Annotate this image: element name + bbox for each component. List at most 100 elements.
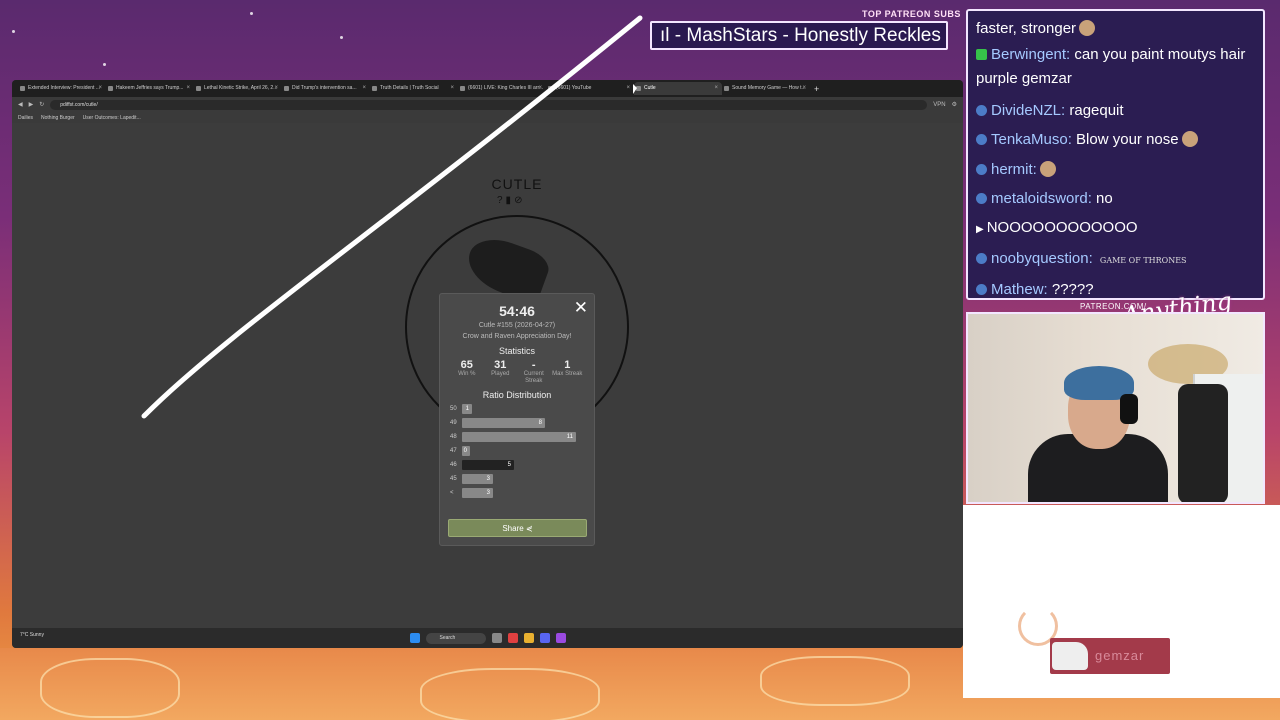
countdown-timer: 54:46: [499, 303, 535, 319]
distribution-bar: 3: [462, 474, 493, 484]
bookmark-item[interactable]: Nothing Burger: [41, 115, 75, 121]
chat-text: [1093, 250, 1097, 267]
tab-close-icon[interactable]: ×: [802, 82, 806, 95]
star-decoration: [103, 63, 106, 66]
tab-label: Truth Details | Truth Social: [380, 85, 439, 91]
chat-username[interactable]: DivideNZL:: [991, 102, 1065, 119]
url-input[interactable]: pdiffst.com/cutle/: [50, 99, 928, 110]
avatar: [1052, 642, 1088, 670]
bookmark-item[interactable]: Dailies: [18, 115, 33, 121]
stat-item: 1 Max Streak: [551, 359, 583, 385]
distribution-bar: 11: [462, 432, 576, 442]
emote-icon: [1181, 131, 1198, 148]
weather-widget[interactable]: 7°C Sunny: [20, 632, 44, 638]
tab-close-icon[interactable]: ×: [626, 82, 630, 95]
subscriber-badge-icon: [976, 49, 987, 61]
obs-icon[interactable]: [555, 633, 566, 643]
taskbar-search[interactable]: Search: [425, 632, 486, 644]
stat-label: Played: [491, 371, 510, 377]
chat-text: ?????: [1047, 281, 1094, 299]
chat-username[interactable]: noobyquestion:: [991, 250, 1093, 267]
distribution-label: 47: [450, 448, 457, 454]
arrow-badge-icon: ▶: [976, 224, 984, 236]
bookmarks-bar: Dailies Nothing Burger User Outcomes: Lape…: [12, 112, 963, 123]
new-tab-icon[interactable]: +: [814, 84, 819, 94]
tab-label: Lethal Kinetic Strike, April 26, 2...: [204, 85, 278, 91]
extensions-icon[interactable]: ⚙: [952, 101, 957, 108]
page-viewport: CUTLE ?▮⊘ ✕ 54:46 Cutle #155 (2026-04-27…: [12, 123, 963, 628]
close-icon[interactable]: ✕: [574, 298, 588, 318]
distribution-row: 46 5: [450, 458, 586, 472]
distribution-label: 49: [450, 420, 457, 426]
distribution-label: <: [450, 490, 454, 496]
tab-close-icon[interactable]: ×: [362, 82, 366, 95]
distribution-label: 46: [450, 462, 457, 468]
browser-tab[interactable]: (6601) LIVE: King Charles III arr... ×: [458, 82, 546, 95]
distribution-row: 50 1: [450, 402, 586, 416]
browser-tab[interactable]: Hakeem Jeffries says Trump... ×: [106, 82, 194, 95]
bookmark-item[interactable]: User Outcomes: Lapedit...: [83, 115, 141, 121]
chat-username[interactable]: TenkaMuso:: [991, 131, 1072, 148]
chat-badge-icon: [976, 134, 987, 146]
chat-message: DivideNZL: ragequit: [976, 96, 1255, 125]
chat-username[interactable]: hermit:: [991, 161, 1037, 178]
browser-window: Extended Interview: President ... × Hakeem…: [12, 80, 963, 648]
chat-badge-icon: [976, 253, 987, 265]
chat-username[interactable]: metaloidsword:: [991, 190, 1092, 207]
stat-label: Current Streak: [523, 371, 544, 384]
chat-text: no: [1091, 189, 1113, 207]
forward-icon[interactable]: ▶: [29, 101, 34, 108]
ratio-distribution: 50 1 49 8 48 11 47 0 46 5 45 3 <3: [440, 402, 594, 500]
puzzle-number: Cutle #155 (2026-04-27): [478, 322, 556, 329]
emote-icon: [1079, 20, 1096, 36]
back-icon[interactable]: ◀: [18, 101, 23, 108]
browser-tab[interactable]: Truth Details | Truth Social ×: [370, 82, 458, 95]
chat-message: faster, stronger: [976, 14, 1255, 43]
tab-close-icon[interactable]: ×: [98, 82, 102, 95]
gaming-chair: [1178, 384, 1228, 502]
tab-close-icon[interactable]: ×: [538, 82, 542, 95]
distribution-bar: 3: [462, 488, 493, 498]
share-button[interactable]: Share ⋞: [448, 519, 587, 537]
folder-icon[interactable]: [523, 633, 534, 643]
distribution-bar: 8: [462, 418, 545, 428]
task-view-icon[interactable]: [491, 633, 502, 643]
chat-username[interactable]: Berwingent:: [991, 46, 1070, 63]
browser-tab[interactable]: Extended Interview: President ... ×: [18, 82, 106, 95]
tab-close-icon[interactable]: ×: [714, 82, 718, 95]
distribution-label: 50: [450, 406, 457, 412]
browser-tab[interactable]: (6601) YouTube ×: [546, 82, 634, 95]
distribution-label: 48: [450, 434, 457, 440]
chat-message: TenkaMuso: Blow your nose: [976, 125, 1255, 154]
header-icons[interactable]: ?▮⊘: [497, 195, 525, 206]
headset-icon: [1120, 394, 1138, 424]
browser-tab[interactable]: Lethal Kinetic Strike, April 26, 2... ×: [194, 82, 282, 95]
tab-close-icon[interactable]: ×: [450, 82, 454, 95]
page-title: CUTLE: [491, 176, 543, 192]
tab-label: Sound Memory Game — How t...: [732, 85, 806, 91]
distribution-row: 47 0: [450, 444, 586, 458]
discord-icon[interactable]: [539, 633, 550, 643]
tab-label: Hakeem Jeffries says Trump...: [116, 85, 184, 91]
vpn-badge[interactable]: VPN: [933, 102, 945, 108]
tab-label: Did Trump's intervention sa...: [292, 85, 357, 91]
tab-close-icon[interactable]: ×: [186, 82, 190, 95]
webcam-feed: [966, 312, 1265, 504]
tab-label: (6601) LIVE: King Charles III arr...: [468, 85, 544, 91]
mouse-cursor: [633, 84, 637, 94]
browser-tab[interactable]: Did Trump's intervention sa... ×: [282, 82, 370, 95]
browser-tab[interactable]: Sound Memory Game — How t... ×: [722, 82, 810, 95]
tab-close-icon[interactable]: ×: [274, 82, 278, 95]
taskbar: 7°C Sunny Search: [12, 628, 963, 648]
chat-badge-icon: [976, 192, 987, 204]
chat-username[interactable]: Mathew:: [991, 281, 1048, 298]
crack-decoration: [760, 656, 910, 706]
reload-icon[interactable]: ↻: [39, 101, 44, 108]
distribution-bar: 0: [462, 446, 470, 456]
browser-tab[interactable]: Cutle ×: [634, 82, 722, 95]
windows-start-icon[interactable]: [409, 633, 420, 643]
star-decoration: [340, 36, 343, 39]
chrome-icon[interactable]: [507, 633, 518, 643]
patreon-subs-label: TOP PATREON SUBS: [862, 9, 961, 19]
distribution-bar: 1: [462, 404, 472, 414]
